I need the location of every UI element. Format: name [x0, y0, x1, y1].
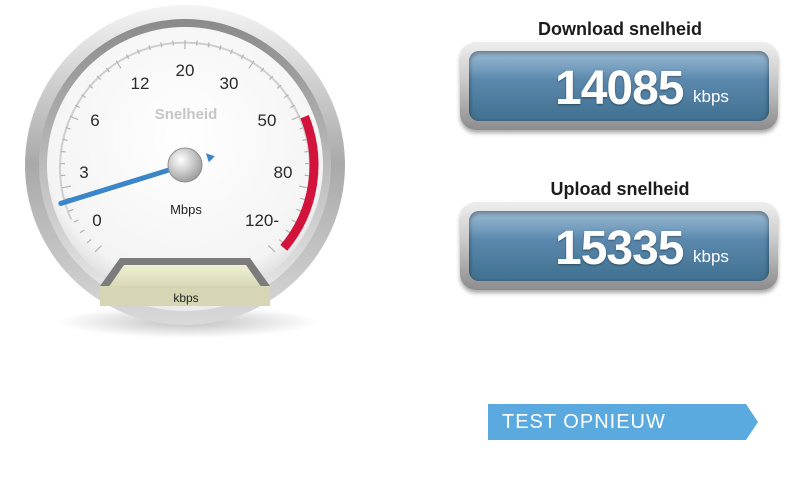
gauge-readout-window: [108, 265, 262, 288]
download-unit: kbps: [693, 87, 729, 106]
download-label: Download snelheid: [537, 19, 702, 39]
retest-button[interactable]: TEST OPNIEUW: [488, 404, 758, 440]
scale-label: 20: [176, 61, 195, 80]
upload-label: Upload snelheid: [550, 179, 690, 199]
download-value: 14085: [555, 62, 684, 115]
needle-hub: [167, 147, 203, 183]
scale-label: 50: [258, 111, 277, 130]
speedometer-graphic: 0 3 6 12 20 30 50 80 120- Snelheid Mbps …: [25, 5, 345, 338]
gauge-bottom-unit: kbps: [173, 291, 198, 305]
upload-readout: 15335 kbps: [460, 202, 778, 290]
retest-label: TEST OPNIEUW: [502, 411, 666, 433]
speedometer-gauge: 0 3 6 12 20 30 50 80 120- Snelheid Mbps …: [0, 0, 380, 360]
gauge-title: Snelheid: [155, 106, 218, 123]
gauge-unit: Mbps: [170, 202, 202, 217]
scale-label: 80: [274, 163, 293, 182]
upload-display: 15335 kbps: [469, 211, 769, 281]
scale-label: 120-: [245, 211, 279, 230]
download-display: 14085 kbps: [469, 51, 769, 121]
scale-label: 6: [90, 111, 99, 130]
upload-unit: kbps: [693, 247, 729, 266]
scale-label: 12: [131, 74, 150, 93]
dial-tick: [304, 150, 310, 153]
download-readout: 14085 kbps: [460, 42, 778, 130]
scale-label: 3: [79, 163, 88, 182]
scale-label: 30: [220, 74, 239, 93]
dial-tick: [60, 150, 66, 153]
upload-value: 15335: [555, 222, 684, 275]
scale-label: 0: [92, 211, 101, 230]
